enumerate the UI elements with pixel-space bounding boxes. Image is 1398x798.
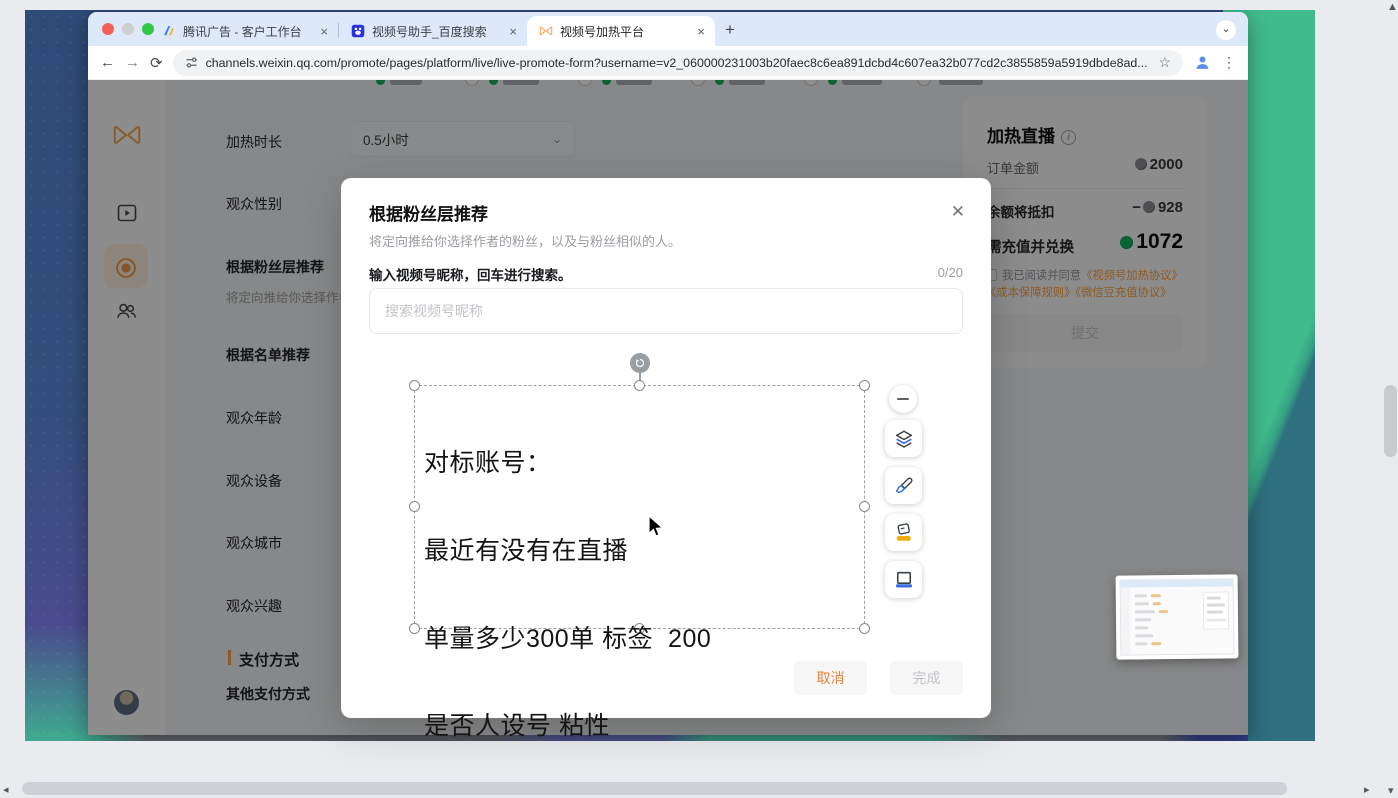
- tab-title: 视频号助手_百度搜索: [372, 23, 502, 40]
- screenshot-preview-thumbnail[interactable]: [1116, 574, 1239, 659]
- profile-avatar-icon[interactable]: [1193, 53, 1212, 72]
- search-input[interactable]: [369, 288, 963, 334]
- reload-icon[interactable]: ⟳: [150, 54, 163, 72]
- tab-channels-platform[interactable]: 视频号加热平台 ×: [527, 16, 715, 46]
- tab-strip: 腾讯广告 - 客户工作台 × 视频号助手_百度搜索 × 视频号加热平台 × + …: [88, 12, 1248, 46]
- forward-icon[interactable]: →: [125, 54, 140, 71]
- close-tab-icon[interactable]: ×: [320, 24, 328, 39]
- tab-tencent-ads[interactable]: 腾讯广告 - 客户工作台 ×: [150, 16, 338, 46]
- resize-handle-sw[interactable]: [409, 623, 420, 634]
- mouse-cursor: [648, 515, 665, 539]
- fill-tool-button[interactable]: [885, 514, 922, 551]
- tencent-ads-icon: [162, 24, 176, 38]
- thumbnail-content: [1120, 578, 1235, 655]
- resize-handle-se[interactable]: [859, 623, 870, 634]
- fans-recommend-modal: 根据粉丝层推荐 ✕ 将定向推给你选择作者的粉丝，以及与粉丝相似的人。 输入视频号…: [341, 178, 991, 718]
- scroll-down-icon[interactable]: ▾: [1388, 784, 1394, 797]
- baidu-icon: [351, 24, 365, 38]
- thumbnail-summary-panel: [1203, 591, 1229, 629]
- annotation-selection-box[interactable]: 对标账号： 最近有没有在直播 单量多少300单 标签 200 是否人设号 粘性 …: [414, 385, 865, 629]
- close-tab-icon[interactable]: ×: [697, 24, 705, 39]
- scroll-up-icon[interactable]: ▲: [1387, 1, 1398, 13]
- viewer-canvas: { "browser": { "tabs": [ { "title": "腾讯广…: [0, 0, 1398, 798]
- modal-title: 根据粉丝层推荐: [369, 200, 488, 225]
- resize-handle-n[interactable]: [634, 380, 645, 391]
- paint-fill-icon: [893, 522, 915, 544]
- scroll-left-icon[interactable]: ◂: [3, 783, 9, 796]
- window-controls: [102, 23, 154, 35]
- resize-handle-ne[interactable]: [859, 380, 870, 391]
- screen-tool-button[interactable]: [885, 561, 922, 598]
- char-counter: 0/20: [938, 265, 963, 280]
- brush-tool-button[interactable]: [885, 467, 922, 504]
- modal-subtitle: 将定向推给你选择作者的粉丝，以及与粉丝相似的人。: [369, 231, 681, 250]
- resize-handle-nw[interactable]: [409, 380, 420, 391]
- close-tab-icon[interactable]: ×: [509, 24, 517, 39]
- tab-baidu-search[interactable]: 视频号助手_百度搜索 ×: [339, 16, 527, 46]
- thumbnail-tabstrip: [1121, 579, 1233, 587]
- layers-icon: [893, 428, 915, 450]
- annotation-note-text[interactable]: 对标账号： 最近有没有在直播 单量多少300单 标签 200 是否人设号 粘性 …: [424, 391, 711, 798]
- channels-icon: [539, 24, 553, 38]
- search-label: 输入视频号昵称，回车进行搜索。: [369, 264, 572, 284]
- rotate-handle-icon[interactable]: [630, 353, 650, 373]
- bookmark-star-icon[interactable]: ☆: [1158, 54, 1171, 71]
- layers-tool-button[interactable]: [885, 420, 922, 457]
- vertical-scrollbar-thumb[interactable]: [1384, 385, 1397, 457]
- done-button[interactable]: 完成: [890, 661, 963, 695]
- brush-icon: [893, 475, 915, 497]
- new-tab-button[interactable]: +: [725, 20, 735, 40]
- tab-title: 腾讯广告 - 客户工作台: [183, 23, 313, 40]
- url-text[interactable]: channels.weixin.qq.com/promote/pages/pla…: [206, 56, 1149, 70]
- browser-menu-icon[interactable]: ⋮: [1222, 54, 1236, 71]
- thumbnail-sidebar: [1121, 587, 1131, 654]
- back-icon[interactable]: ←: [100, 54, 115, 71]
- laptop-icon: [893, 569, 915, 591]
- minus-icon: [897, 398, 909, 400]
- close-modal-icon[interactable]: ✕: [951, 202, 965, 222]
- tab-title: 视频号加热平台: [560, 23, 690, 40]
- close-window-button[interactable]: [102, 23, 114, 35]
- collapse-palette-button[interactable]: [889, 385, 917, 413]
- site-settings-icon[interactable]: [185, 56, 198, 69]
- resize-handle-w[interactable]: [409, 501, 420, 512]
- browser-toolbar: ← → ⟳ channels.weixin.qq.com/promote/pag…: [88, 46, 1248, 80]
- minimize-window-button[interactable]: [122, 23, 134, 35]
- tab-search-button[interactable]: ⌄: [1216, 20, 1236, 40]
- scroll-right-icon[interactable]: ▸: [1364, 783, 1370, 796]
- horizontal-scrollbar-thumb[interactable]: [22, 782, 1287, 795]
- cancel-button[interactable]: 取消: [794, 661, 867, 695]
- resize-handle-e[interactable]: [859, 501, 870, 512]
- wallpaper-left: [25, 10, 95, 741]
- address-bar[interactable]: channels.weixin.qq.com/promote/pages/pla…: [173, 50, 1183, 76]
